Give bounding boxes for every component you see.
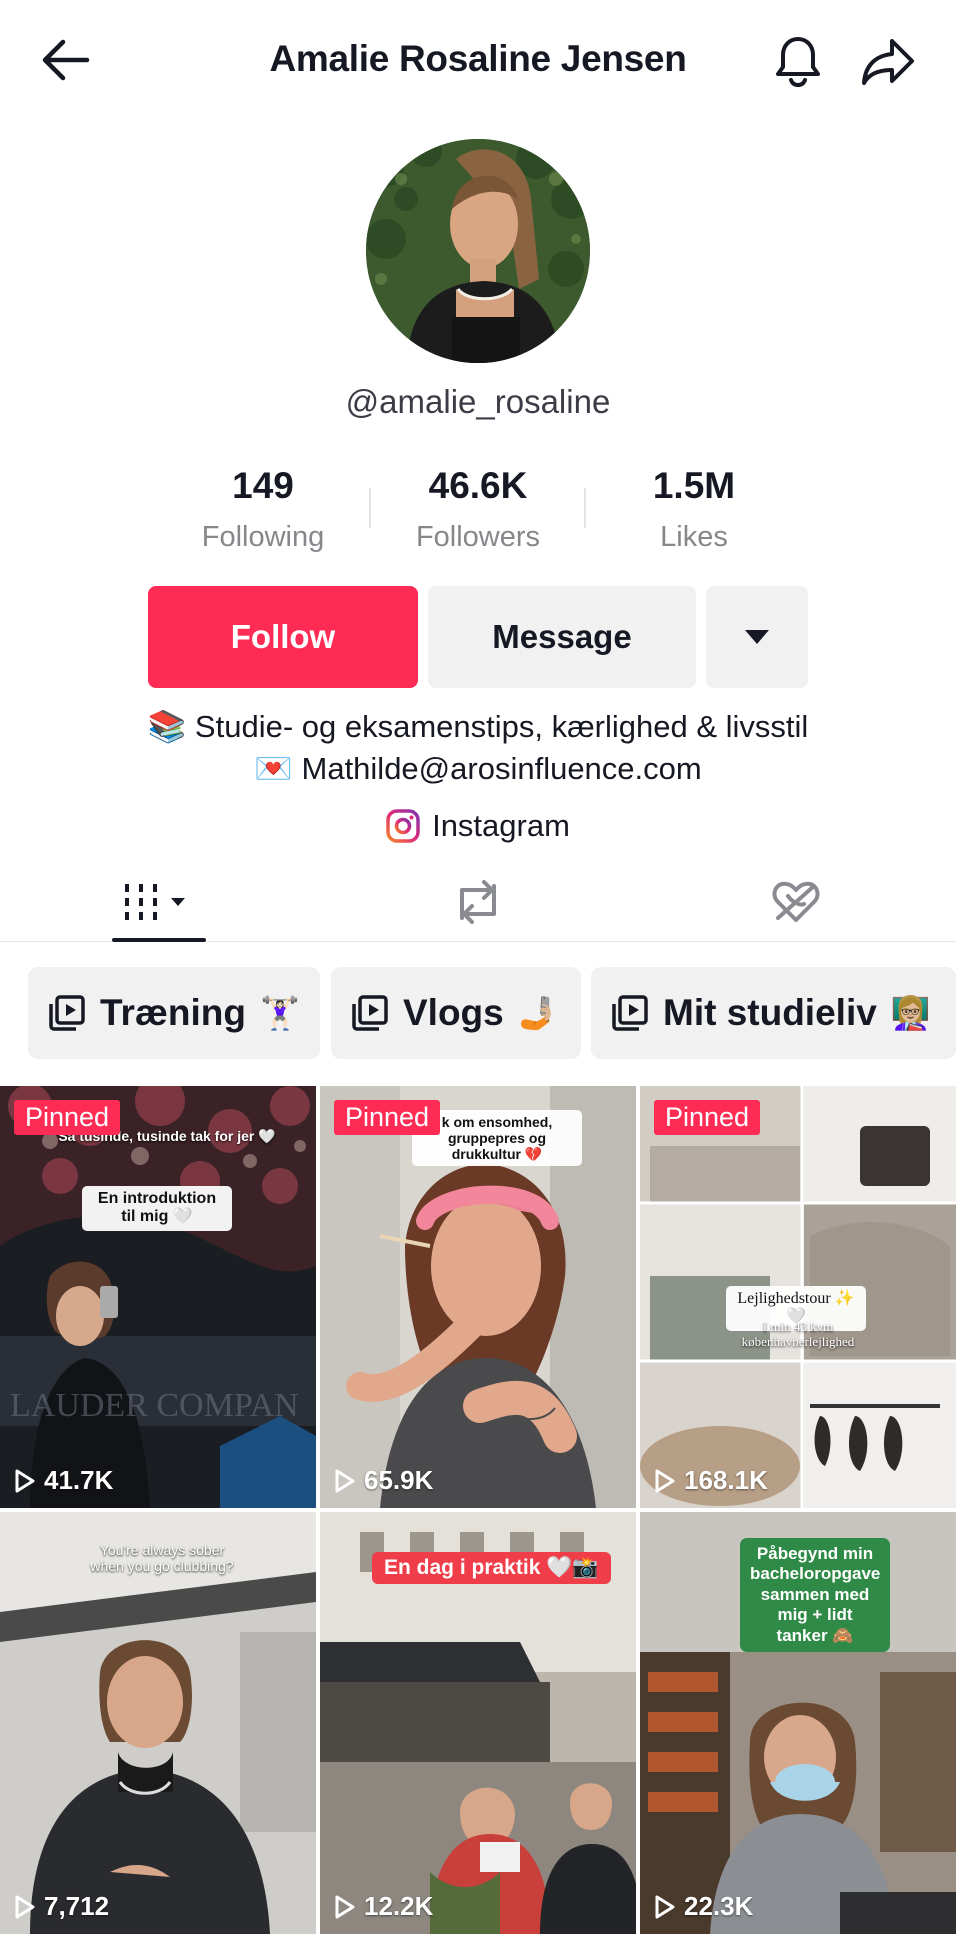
following-count: 149	[232, 465, 294, 506]
envelope-emoji: 💌	[254, 751, 293, 786]
share-button[interactable]	[852, 26, 924, 98]
playlist-traening[interactable]: Træning 🏋🏻‍♀️	[28, 967, 320, 1059]
play-icon	[655, 1895, 675, 1918]
view-count: 41.7K	[14, 1465, 113, 1496]
follow-button[interactable]: Follow	[148, 586, 418, 688]
profile-header: Amalie Rosaline Jensen	[0, 0, 956, 120]
play-icon	[15, 1895, 35, 1918]
playlist-label: Træning	[100, 992, 246, 1033]
video-caption: I min 43 kvm københavnerlejlighed	[741, 1319, 855, 1349]
likes-count: 1.5M	[652, 465, 736, 506]
likes-label: Likes	[660, 521, 728, 553]
teacher-emoji: 👩🏼‍🏫	[890, 995, 931, 1031]
playlist-vlogs[interactable]: Vlogs 🤳🏼	[331, 967, 581, 1059]
bio-email: Mathilde@arosinfluence.com	[301, 751, 702, 786]
bio-line-2: 💌 Mathilde@arosinfluence.com	[0, 750, 956, 787]
repost-icon	[460, 880, 496, 924]
stat-followers[interactable]: 46.6K Followers	[378, 465, 578, 554]
stat-following[interactable]: 149 Following	[163, 465, 363, 554]
books-emoji: 📚	[147, 709, 187, 744]
view-count: 65.9K	[334, 1465, 433, 1496]
view-count: 168.1K	[654, 1465, 768, 1496]
videos-grid-icon	[125, 884, 185, 920]
liked-hidden-icon	[772, 881, 820, 922]
playlist-icon	[612, 995, 648, 1031]
tab-videos[interactable]	[112, 862, 206, 942]
playlist-bar: Træning 🏋🏻‍♀️ Vlogs 🤳🏼 Mit studieliv 👩🏼‍…	[28, 967, 956, 1059]
instagram-link[interactable]: Instagram	[0, 808, 956, 844]
svg-text:LAUDER COMPAN: LAUDER COMPAN	[10, 1387, 299, 1424]
active-tab-indicator	[112, 938, 206, 942]
playlist-icon	[49, 995, 85, 1031]
notifications-button[interactable]	[762, 26, 834, 98]
caret-down-icon	[745, 630, 769, 644]
playlist-icon	[352, 995, 388, 1031]
tab-reposts[interactable]	[438, 862, 518, 942]
instagram-icon	[386, 809, 420, 843]
stat-divider	[369, 488, 371, 528]
following-label: Following	[201, 521, 325, 553]
message-button[interactable]: Message	[428, 586, 696, 688]
bio-text: Studie- og eksamenstips, kærlighed & liv…	[194, 709, 809, 744]
video-caption: En introduktion til mig 🤍	[82, 1186, 232, 1231]
playlist-mit-studieliv[interactable]: Mit studieliv 👩🏼‍🏫	[591, 967, 956, 1059]
play-icon	[655, 1469, 675, 1492]
view-count: 7,712	[14, 1891, 109, 1922]
profile-stats: 149 Following 46.6K Followers 1.5M Likes	[0, 465, 956, 565]
video-thumbnail[interactable]: Lejlighedstour ✨🤍 I min 43 kvm københavn…	[640, 1086, 956, 1508]
content-tabs	[0, 862, 956, 942]
profile-handle: @amalie_rosaline	[345, 383, 611, 420]
video-caption: Påbegynd min bacheloropgave sammen med m…	[740, 1538, 890, 1652]
avatar[interactable]	[366, 139, 590, 363]
pinned-badge: Pinned	[14, 1100, 121, 1135]
followers-count: 46.6K	[428, 465, 528, 506]
share-arrow-icon	[862, 39, 914, 85]
playlist-label: Vlogs	[403, 992, 504, 1033]
video-caption: En dag i praktik 🤍📸	[372, 1552, 611, 1584]
selfie-emoji: 🤳🏼	[517, 995, 558, 1031]
bio-line-1: 📚 Studie- og eksamenstips, kærlighed & l…	[0, 708, 956, 745]
followers-label: Followers	[415, 521, 541, 553]
arrow-left-icon	[42, 39, 90, 81]
stat-likes: 1.5M Likes	[594, 465, 794, 554]
weightlifting-emoji: 🏋🏻‍♀️	[259, 995, 300, 1031]
bell-icon	[776, 37, 820, 88]
pinned-badge: Pinned	[654, 1100, 761, 1135]
video-thumbnail[interactable]: LAUDER COMPAN Så tusinde, tusinde tak fo…	[0, 1086, 316, 1508]
video-thumbnail[interactable]: En dag i praktik 🤍📸 12.2K	[320, 1512, 636, 1934]
more-options-button[interactable]	[706, 586, 808, 688]
view-count: 12.2K	[334, 1891, 433, 1922]
video-grid: LAUDER COMPAN Så tusinde, tusinde tak fo…	[0, 1086, 956, 1937]
playlist-label: Mit studieliv	[663, 992, 877, 1033]
tab-liked[interactable]	[756, 862, 836, 942]
play-icon	[335, 1895, 355, 1918]
video-thumbnail[interactable]: You're always sober when you go clubbing…	[0, 1512, 316, 1934]
play-icon	[335, 1469, 355, 1492]
video-thumbnail[interactable]: k om ensomhed, gruppepres og drukkultur …	[320, 1086, 636, 1508]
view-count: 22.3K	[654, 1891, 753, 1922]
play-icon	[15, 1469, 35, 1492]
video-caption: You're always sober when you go clubbing…	[90, 1542, 234, 1575]
instagram-label: Instagram	[432, 808, 570, 843]
back-button[interactable]	[30, 30, 100, 90]
video-thumbnail[interactable]: Påbegynd min bacheloropgave sammen med m…	[640, 1512, 956, 1934]
pinned-badge: Pinned	[334, 1100, 441, 1135]
profile-title: Amalie Rosaline Jensen	[269, 38, 687, 79]
stat-divider	[584, 488, 586, 528]
